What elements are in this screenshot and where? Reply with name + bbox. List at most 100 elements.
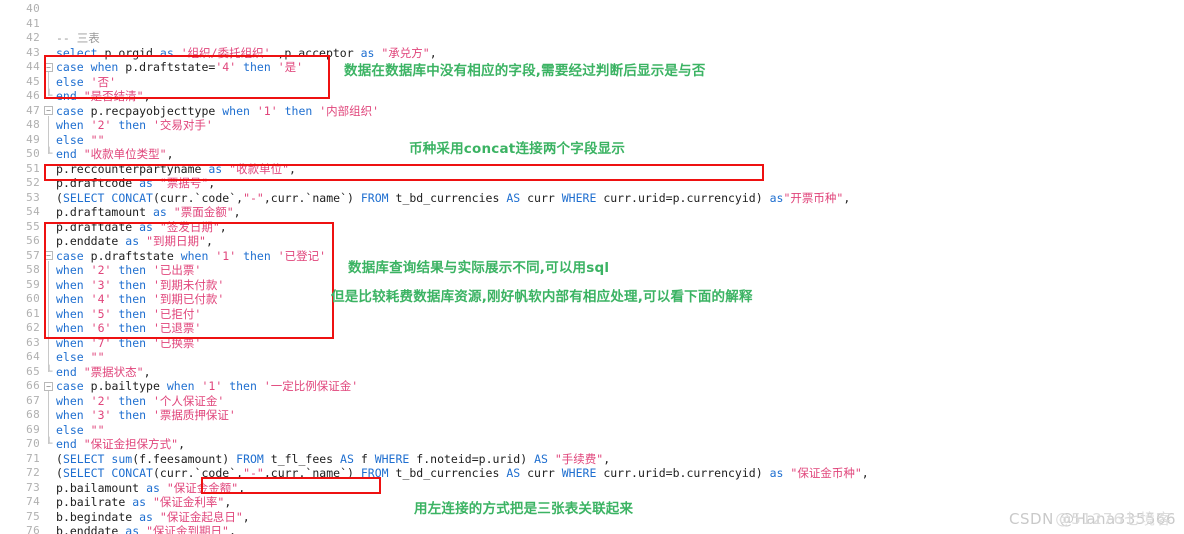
code-line-text: when '2' then '已出票'	[56, 263, 202, 277]
code-line[interactable]: 54 p.draftamount as "票面金额",	[0, 205, 1184, 220]
line-number: 55	[26, 219, 40, 233]
code-line[interactable]: 43 select p.orgid as '组织/委托组织' ,p.accepto…	[0, 46, 1184, 61]
line-number: 51	[26, 161, 40, 175]
code-line-text: when '5' then '已拒付'	[56, 306, 202, 321]
code-line[interactable]: 53 (SELECT CONCAT(curr.`code`,"-",curr.`n…	[0, 191, 1184, 206]
line-number: 70	[26, 437, 40, 450]
code-line[interactable]: 65 └ end "票据状态",	[0, 365, 1184, 380]
annotation-note-2: 币种采用concat连接两个字段显示	[409, 141, 626, 157]
code-line-text: p.draftdate as "签发日期",	[56, 219, 227, 234]
fold-end-icon: └	[45, 89, 53, 102]
code-line[interactable]: 40	[0, 2, 1184, 17]
line-number: 69	[26, 422, 40, 436]
code-line-text: end "收款单位类型",	[56, 147, 174, 161]
code-line[interactable]: 73 p.bailamount as "保证金金额",	[0, 481, 1184, 496]
watermark-overlay: @51276七境客	[1055, 510, 1172, 528]
code-line-text: when '3' then '到期未付款'	[56, 277, 225, 292]
code-line-text: else '否'	[56, 74, 116, 89]
code-line[interactable]: 52 p.draftcode as "票据号",	[0, 176, 1184, 191]
code-line-text: p.enddate as "到期日期",	[56, 234, 213, 248]
line-number: 43	[26, 45, 40, 59]
line-number: 44	[26, 60, 40, 73]
code-line[interactable]: 61 when '5' then '已拒付'	[0, 307, 1184, 322]
code-line-text: when '3' then '票据质押保证'	[56, 408, 236, 422]
line-number: 45	[26, 74, 40, 88]
code-line[interactable]: 68 when '3' then '票据质押保证'	[0, 408, 1184, 423]
code-line[interactable]: 67 when '2' then '个人保证金'	[0, 394, 1184, 409]
fold-collapse-icon[interactable]: −	[44, 106, 53, 115]
code-line-text: case p.draftstate when '1' then '已登记'	[56, 248, 327, 263]
csdn-watermark: CSDN @Hana335566 @51276七境客	[1009, 510, 1176, 528]
fold-collapse-icon[interactable]: −	[44, 381, 53, 391]
code-line-text: (SELECT CONCAT(curr.`code`,"-",curr.`nam…	[56, 466, 869, 480]
line-number: 40	[26, 2, 40, 15]
code-line-text: p.bailrate as "保证金利率",	[56, 495, 232, 509]
code-line[interactable]: 55 p.draftdate as "签发日期",	[0, 220, 1184, 235]
code-line[interactable]: 62 when '6' then '已退票'	[0, 321, 1184, 336]
line-number: 57	[26, 248, 40, 262]
line-number: 42	[26, 31, 40, 44]
code-line[interactable]: 66− case p.bailtype when '1' then '一定比例保证…	[0, 379, 1184, 394]
code-line[interactable]: 51 p.reccounterpartyname as "收款单位",	[0, 162, 1184, 177]
code-line-text: case p.recpayobjecttype when '1' then '内…	[56, 103, 380, 118]
code-line-text: -- 三表	[56, 31, 100, 45]
code-line[interactable]: 48 when '2' then '交易对手'	[0, 118, 1184, 133]
code-line-text: case p.bailtype when '1' then '一定比例保证金'	[56, 379, 359, 393]
code-line-text: else ""	[56, 132, 105, 147]
line-number: 76	[26, 524, 40, 534]
code-line[interactable]: 47− case p.recpayobjecttype when '1' then…	[0, 104, 1184, 119]
line-number: 66	[26, 379, 40, 392]
line-number: 61	[26, 306, 40, 320]
code-line[interactable]: 42 -- 三表	[0, 31, 1184, 46]
line-number: 50	[26, 147, 40, 160]
code-line-text: when '2' then '交易对手'	[56, 118, 213, 132]
code-line[interactable]: 72 (SELECT CONCAT(curr.`code`,"-",curr.`n…	[0, 466, 1184, 481]
fold-collapse-icon[interactable]: −	[44, 62, 53, 72]
line-number: 60	[26, 292, 40, 305]
line-number: 56	[26, 234, 40, 247]
fold-collapse-icon[interactable]: −	[44, 251, 53, 260]
code-line-text: case when p.draftstate='4' then '是'	[56, 60, 304, 74]
line-number: 73	[26, 480, 40, 494]
line-number: 59	[26, 277, 40, 291]
code-line-text: p.draftamount as "票面金额",	[56, 205, 241, 219]
code-line-text: when '2' then '个人保证金'	[56, 393, 225, 408]
line-number: 48	[26, 118, 40, 131]
code-line[interactable]: 69 else ""	[0, 423, 1184, 438]
line-number: 74	[26, 495, 40, 508]
code-line-text: end "保证金担保方式",	[56, 437, 186, 451]
code-line-text: when '4' then '到期已付款'	[56, 292, 225, 306]
fold-end-icon: └	[45, 147, 53, 160]
line-number: 46	[26, 89, 40, 102]
line-number: 71	[26, 451, 40, 465]
line-number: 63	[26, 335, 40, 349]
code-line[interactable]: 76 b.enddate as "保证金到期日",	[0, 524, 1184, 534]
code-line[interactable]: 71 (SELECT sum(f.feesamount) FROM t_fl_fe…	[0, 452, 1184, 467]
annotation-note-4: 但是比较耗费数据库资源,刚好帆软内部有相应处理,可以看下面的解释	[331, 289, 753, 305]
line-number: 64	[26, 350, 40, 363]
code-line-text: else ""	[56, 422, 105, 437]
sql-editor-screenshot: 40 41 42 -- 三表 43 select p.orgid as '组织/委托组织'…	[0, 0, 1184, 534]
code-line-text: b.enddate as "保证金到期日",	[56, 524, 236, 534]
line-number: 67	[26, 393, 40, 407]
fold-guide-line	[48, 260, 49, 372]
code-line-text: end "是否结清",	[56, 89, 151, 103]
annotation-note-3: 数据库查询结果与实际展示不同,可以用sql	[348, 260, 610, 276]
code-line[interactable]: 70 └ end "保证金担保方式",	[0, 437, 1184, 452]
line-number: 53	[26, 190, 40, 204]
code-line-text: else ""	[56, 350, 105, 364]
code-line[interactable]: 46 └ end "是否结清",	[0, 89, 1184, 104]
code-line[interactable]: 64 else ""	[0, 350, 1184, 365]
code-line-text: (SELECT sum(f.feesamount) FROM t_fl_fees…	[56, 451, 611, 466]
fold-end-icon: └	[45, 437, 53, 450]
code-line[interactable]: 63 when '7' then '已换票'	[0, 336, 1184, 351]
line-number: 41	[26, 16, 40, 30]
code-line-text: when '7' then '已换票'	[56, 335, 202, 350]
code-line-text: p.draftcode as "票据号",	[56, 176, 216, 190]
code-line-text: p.reccounterpartyname as "收款单位",	[56, 161, 296, 176]
annotation-note-5: 用左连接的方式把是三张表关联起来	[414, 501, 634, 517]
code-line[interactable]: 41	[0, 17, 1184, 32]
code-line-text: end "票据状态",	[56, 364, 151, 379]
code-line[interactable]: 56 p.enddate as "到期日期",	[0, 234, 1184, 249]
line-number: 68	[26, 408, 40, 421]
